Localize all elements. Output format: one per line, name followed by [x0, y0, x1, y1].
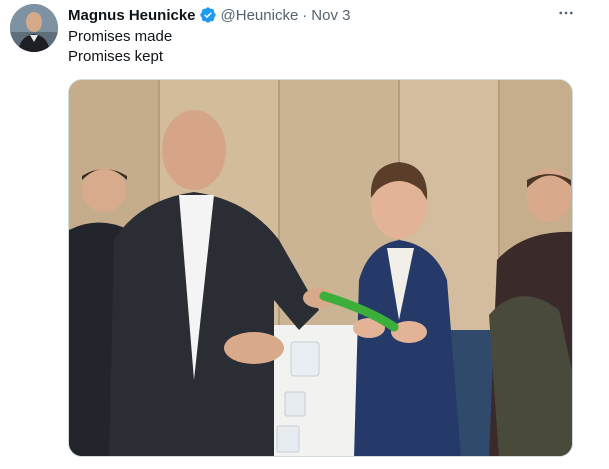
- verified-badge-icon: [199, 6, 217, 24]
- profile-avatar[interactable]: [10, 4, 58, 52]
- tweet-text-line: Promises made: [68, 28, 173, 45]
- tweet-text-line: Promises kept: [68, 48, 164, 65]
- more-horizontal-icon[interactable]: [556, 3, 576, 23]
- avatar-image: [10, 4, 58, 52]
- tweet-photo[interactable]: [68, 79, 573, 457]
- tweet-text: Promises made Promises kept: [68, 27, 172, 67]
- tweet[interactable]: Magnus Heunicke @Heunicke · Nov 3 Promis…: [0, 0, 609, 469]
- separator-dot: ·: [302, 6, 308, 24]
- author-name[interactable]: Magnus Heunicke: [68, 7, 196, 24]
- tweet-header: Magnus Heunicke @Heunicke · Nov 3: [68, 5, 350, 25]
- author-handle[interactable]: @Heunicke: [221, 7, 299, 24]
- photo-image: [69, 80, 572, 456]
- tweet-date[interactable]: Nov 3: [311, 7, 350, 24]
